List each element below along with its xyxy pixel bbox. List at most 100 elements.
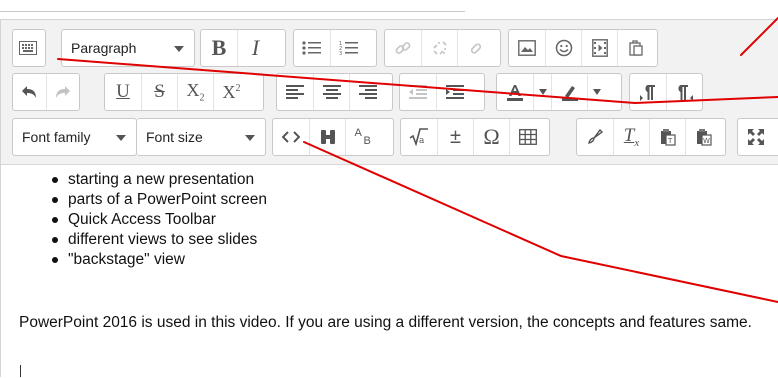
align-left-button[interactable] [277, 74, 313, 110]
plus-minus-button[interactable]: ± [437, 119, 473, 155]
clear-format-icon: Tx [623, 125, 640, 149]
paste-word-button[interactable]: W [685, 119, 721, 155]
chevron-down-icon [245, 135, 255, 141]
fullscreen-button[interactable] [738, 119, 774, 155]
indent-group [399, 73, 485, 111]
spell-case-button[interactable]: A B [345, 119, 381, 155]
insert-image-button[interactable] [509, 30, 545, 66]
align-center-button[interactable] [313, 74, 349, 110]
insert-media-button[interactable] [581, 30, 617, 66]
toolbar-toggle-button[interactable] [13, 30, 43, 66]
film-icon [591, 39, 608, 57]
indent-icon [445, 85, 464, 99]
find-replace-button[interactable] [309, 119, 345, 155]
indent-button[interactable] [436, 74, 472, 110]
direction-group [629, 73, 703, 111]
emoticon-button[interactable] [545, 30, 581, 66]
underline-icon: U [116, 81, 130, 102]
redo-icon [55, 85, 71, 99]
editor-content[interactable]: starting a new presentation parts of a P… [1, 166, 778, 378]
block-format-select[interactable]: Paragraph [61, 29, 195, 67]
binoculars-icon [319, 128, 337, 146]
clipboard-files-icon [628, 39, 644, 57]
smiley-icon [555, 39, 573, 57]
subscript-button[interactable]: X2 [177, 74, 213, 110]
background-color-dropdown[interactable] [587, 74, 605, 110]
align-right-icon [358, 85, 377, 99]
italic-icon: I [251, 35, 260, 60]
anchor-link-icon [467, 39, 485, 57]
align-right-button[interactable] [349, 74, 385, 110]
history-group [12, 73, 80, 111]
chevron-down-icon [174, 46, 184, 52]
list-item: "backstage" view [52, 250, 267, 270]
highlighter-icon [561, 83, 579, 101]
text-color-button[interactable] [497, 74, 533, 110]
outdent-icon [409, 85, 427, 99]
text-style-group: B I [200, 29, 286, 67]
paste-text-button[interactable]: T [649, 119, 685, 155]
equation-button[interactable]: a [401, 119, 437, 155]
subscript-icon: X2 [186, 80, 205, 104]
manage-files-button[interactable] [617, 30, 653, 66]
list-item: different views to see slides [52, 230, 267, 250]
color-group [496, 73, 622, 111]
list-item: Quick Access Toolbar [52, 210, 267, 230]
font-family-select[interactable]: Font family [12, 118, 137, 156]
keyboard-icon [19, 41, 37, 55]
chevron-down-icon [538, 89, 547, 95]
anchor-button[interactable] [457, 30, 493, 66]
table-icon [518, 129, 537, 145]
background-color-button[interactable] [551, 74, 587, 110]
clear-formatting-button[interactable]: Tx [613, 119, 649, 155]
text-cursor [20, 365, 21, 377]
paragraph-ltr-icon [639, 83, 657, 101]
table-button[interactable] [509, 119, 545, 155]
list-group: 123 [293, 29, 377, 67]
bullet-list-icon [302, 40, 322, 56]
unlink-icon [431, 39, 449, 57]
outdent-button[interactable] [400, 74, 436, 110]
numbered-list-button[interactable]: 123 [330, 30, 366, 66]
align-left-icon [286, 85, 304, 99]
font-family-value: Font family [22, 129, 91, 145]
strikethrough-button[interactable]: S [141, 74, 177, 110]
clean-group: Tx T W [576, 118, 726, 156]
toolbar-toggle-group [12, 29, 46, 67]
plus-minus-icon: ± [450, 125, 461, 148]
rich-text-editor: Paragraph B I 123 U S X2 X2 Font family … [0, 19, 778, 377]
top-rule [0, 0, 465, 12]
square-root-icon: a [409, 128, 429, 146]
source-group: A B [272, 118, 394, 156]
case-ab-icon: A B [354, 127, 371, 147]
expand-icon [747, 128, 765, 146]
rtl-button[interactable] [666, 74, 702, 110]
omega-icon: Ω [483, 124, 500, 149]
italic-button[interactable]: I [237, 30, 273, 66]
bullet-list-button[interactable] [294, 30, 330, 66]
editor-toolbar: Paragraph B I 123 U S X2 X2 Font family … [1, 20, 778, 165]
undo-button[interactable] [13, 74, 46, 110]
inline-format-group: U S X2 X2 [104, 73, 264, 111]
font-size-value: Font size [146, 129, 203, 145]
bold-button[interactable]: B [201, 30, 237, 66]
text-color-dropdown[interactable] [533, 74, 551, 110]
paste-word-icon: W [696, 128, 712, 146]
svg-text:T: T [667, 137, 673, 145]
font-size-select[interactable]: Font size [137, 118, 266, 156]
strikethrough-icon: S [154, 81, 165, 102]
brush-icon [586, 128, 604, 146]
bold-icon: B [211, 35, 227, 60]
underline-button[interactable]: U [105, 74, 141, 110]
clean-formatting-button[interactable] [577, 119, 613, 155]
chevron-down-icon [116, 135, 126, 141]
intro-paragraph: PowerPoint 2016 is used in this video. I… [19, 314, 752, 331]
insert-link-button[interactable] [385, 30, 421, 66]
html-source-button[interactable] [273, 119, 309, 155]
ltr-button[interactable] [630, 74, 666, 110]
special-character-button[interactable]: Ω [473, 119, 509, 155]
redo-button[interactable] [45, 74, 79, 110]
alignment-group [276, 73, 393, 111]
superscript-button[interactable]: X2 [213, 74, 249, 110]
remove-link-button[interactable] [421, 30, 457, 66]
